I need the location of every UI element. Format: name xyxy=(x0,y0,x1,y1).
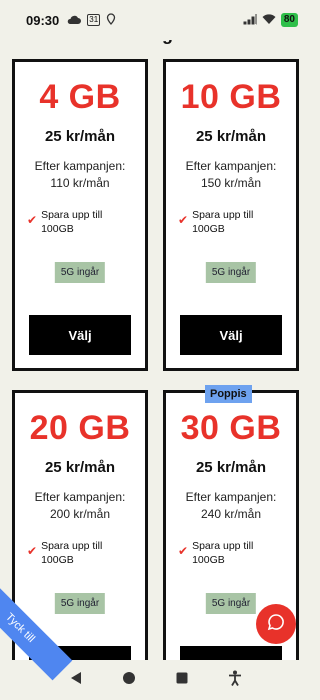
check-icon: ✔ xyxy=(27,544,38,558)
chat-button[interactable] xyxy=(256,604,296,644)
wifi-icon xyxy=(262,13,276,28)
calendar-icon: 31 xyxy=(87,14,101,26)
plan-price: 25 kr/mån xyxy=(44,459,116,476)
plan-data-amount: 20 GB xyxy=(29,409,131,447)
plan-save-note: ✔ Spara upp till 100GB xyxy=(178,209,254,235)
chat-icon xyxy=(267,613,285,636)
plan-after-campaign: Efter kampanjen: 200 kr/mån xyxy=(34,490,126,521)
plan-data-amount: 10 GB xyxy=(180,78,282,116)
cloud-icon xyxy=(67,13,82,28)
plan-card-10gb: 10 GB 25 kr/mån Efter kampanjen: 150 kr/m… xyxy=(163,59,299,371)
recents-icon[interactable] xyxy=(176,671,188,689)
check-icon: ✔ xyxy=(178,544,189,558)
status-bar: 09:30 31 80 xyxy=(0,0,312,40)
battery-icon: 80 xyxy=(280,13,298,27)
status-time: 09:30 xyxy=(26,12,60,28)
plan-card-4gb: 4 GB 25 kr/mån Efter kampanjen: 110 kr/må… xyxy=(12,59,148,371)
5g-badge: 5G ingår xyxy=(54,262,106,283)
5g-badge: 5G ingår xyxy=(205,593,257,614)
plan-save-note: ✔ Spara upp till 100GB xyxy=(27,209,103,235)
plan-after-campaign: Efter kampanjen: 150 kr/mån xyxy=(185,159,277,190)
plan-price: 25 kr/mån xyxy=(195,459,267,476)
select-plan-button[interactable]: Välj xyxy=(29,315,131,355)
plan-card-30gb: 30 GB 25 kr/mån Efter kampanjen: 240 kr/m… xyxy=(163,390,299,690)
plan-price: 25 kr/mån xyxy=(44,128,116,145)
check-icon: ✔ xyxy=(178,213,189,227)
back-icon[interactable] xyxy=(70,671,82,690)
plan-data-amount: 4 GB xyxy=(39,78,121,116)
plan-price: 25 kr/mån xyxy=(195,128,267,145)
accessibility-icon[interactable] xyxy=(228,670,242,691)
plan-after-campaign: Efter kampanjen: 110 kr/mån xyxy=(34,159,126,190)
plan-save-note: ✔ Spara upp till 100GB xyxy=(27,540,103,566)
5g-badge: 5G ingår xyxy=(205,262,257,283)
popular-tag: Poppis xyxy=(205,385,252,403)
plan-save-note: ✔ Spara upp till 100GB xyxy=(178,540,254,566)
home-icon[interactable] xyxy=(122,671,136,690)
check-icon: ✔ xyxy=(27,213,38,227)
signal-icon xyxy=(243,13,257,28)
5g-badge: 5G ingår xyxy=(54,593,106,614)
location-icon xyxy=(106,12,116,28)
plan-after-campaign: Efter kampanjen: 240 kr/mån xyxy=(185,490,277,521)
plan-data-amount: 30 GB xyxy=(180,409,282,447)
select-plan-button[interactable]: Välj xyxy=(180,315,282,355)
